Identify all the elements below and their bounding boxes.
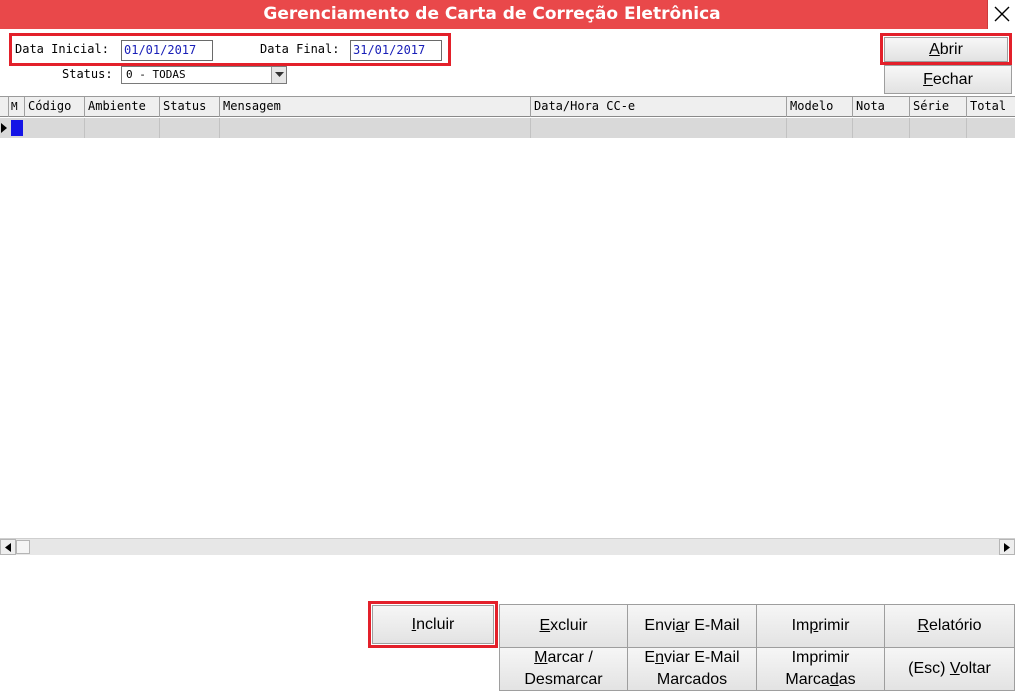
relatorio-label: Relatório — [917, 615, 981, 637]
enviar-email-post: r E-Mail — [684, 617, 740, 634]
col-header-ambiente[interactable]: Ambiente — [85, 97, 160, 117]
enviar-marcados-pre: E — [644, 649, 656, 666]
enviar-marcados-line2: Marcados — [656, 671, 728, 688]
enviar-marcados-post: viar E-Mail — [664, 649, 740, 666]
close-icon — [994, 6, 1010, 22]
row-indicator — [0, 118, 10, 138]
close-button[interactable] — [987, 0, 1015, 29]
marcar-desmarcar-button[interactable]: Marcar / Desmarcar — [499, 647, 628, 691]
marcar-line2: Desmarcar — [524, 671, 603, 688]
scroll-right-button[interactable] — [999, 539, 1015, 555]
voltar-pre: (Esc) — [908, 660, 950, 677]
col-header-modelo[interactable]: Modelo — [787, 97, 853, 117]
abrir-accel: A — [929, 41, 940, 58]
cell-status[interactable] — [160, 118, 220, 138]
relatorio-text: elatório — [929, 617, 982, 634]
imprimir-button[interactable]: Imprimir — [756, 604, 885, 648]
status-label: Status: — [62, 67, 113, 81]
cell-mensagem[interactable] — [220, 118, 531, 138]
header-indicator — [0, 97, 9, 117]
abrir-button[interactable]: Abrir — [884, 37, 1008, 62]
relatorio-accel: R — [917, 617, 930, 634]
excluir-button[interactable]: Excluir — [499, 604, 628, 648]
cell-nota[interactable] — [853, 118, 910, 138]
excluir-label: Excluir — [539, 615, 587, 637]
col-header-nota[interactable]: Nota — [853, 97, 910, 117]
fechar-button[interactable]: Fechar — [884, 65, 1012, 94]
dropdown-arrow[interactable] — [271, 67, 286, 83]
abrir-label: brir — [939, 41, 963, 58]
status-select[interactable]: 0 - TODAS — [121, 66, 287, 84]
fechar-accel: F — [923, 71, 933, 88]
enviar-email-marcados-button[interactable]: Enviar E-Mail Marcados — [627, 647, 757, 691]
mark-cell[interactable] — [11, 120, 23, 136]
imprimir-marcadas-button[interactable]: Imprimir Marcadas — [756, 647, 885, 691]
table-row[interactable] — [0, 118, 1015, 138]
imprimir-post: rimir — [818, 617, 850, 634]
enviar-marcados-line1: Enviar E-Mail — [644, 647, 739, 669]
col-header-codigo[interactable]: Código — [25, 97, 85, 117]
excluir-accel: E — [539, 617, 551, 634]
cell-codigo[interactable] — [25, 118, 85, 138]
cell-modelo[interactable] — [787, 118, 853, 138]
col-header-mensagem[interactable]: Mensagem — [220, 97, 531, 117]
cce-grid[interactable] — [0, 96, 1015, 557]
data-final-field[interactable]: 31/01/2017 — [350, 40, 442, 61]
status-value: 0 - TODAS — [126, 68, 186, 81]
incluir-text: ncluir — [416, 615, 455, 633]
data-final-label: Data Final: — [260, 42, 340, 56]
voltar-post: oltar — [959, 660, 991, 677]
enviar-email-label: Enviar E-Mail — [644, 615, 739, 637]
horizontal-scrollbar[interactable] — [0, 538, 1015, 555]
imprimir-marcadas-post: as — [838, 671, 856, 688]
enviar-marcados-accel: n — [655, 649, 664, 666]
grid-header: M Código Ambiente Status Mensagem Data/H… — [0, 97, 1015, 117]
incluir-button[interactable]: Incluir — [372, 605, 494, 644]
col-header-m[interactable]: M — [9, 97, 25, 117]
excluir-text: xcluir — [550, 617, 588, 634]
current-row-arrow-icon — [1, 123, 7, 133]
marcar-text: arcar / — [547, 649, 593, 666]
marcar-line1: Marcar / — [534, 647, 593, 669]
imprimir-pre: Im — [791, 617, 810, 634]
cell-ambiente[interactable] — [85, 118, 160, 138]
voltar-button[interactable]: (Esc) Voltar — [884, 647, 1015, 691]
cell-data-hora[interactable] — [531, 118, 787, 138]
imprimir-marcadas-accel: d — [829, 671, 839, 688]
imprimir-marcadas-line2: Marcadas — [785, 669, 855, 691]
col-header-data-hora[interactable]: Data/Hora CC-e — [531, 97, 787, 117]
enviar-email-button[interactable]: Enviar E-Mail — [627, 604, 757, 648]
chevron-down-icon — [275, 72, 284, 77]
arrow-left-icon — [5, 543, 11, 552]
relatorio-button[interactable]: Relatório — [884, 604, 1015, 648]
fechar-label: echar — [932, 71, 973, 88]
data-inicial-field[interactable]: 01/01/2017 — [121, 40, 213, 61]
imprimir-label: Imprimir — [792, 615, 850, 637]
data-inicial-label: Data Inicial: — [15, 42, 109, 56]
imprimir-accel: p — [809, 617, 819, 634]
incluir-label: Incluir — [412, 614, 455, 636]
voltar-label: (Esc) Voltar — [908, 658, 991, 680]
window-title: Gerenciamento de Carta de Correção Eletr… — [263, 4, 721, 24]
col-header-total[interactable]: Total — [967, 97, 1015, 117]
cell-total[interactable] — [967, 118, 1015, 138]
imprimir-marcadas-pre: Marca — [785, 671, 830, 688]
scroll-thumb[interactable] — [16, 540, 30, 554]
imprimir-marcadas-line1: Imprimir — [791, 649, 850, 666]
marcar-accel: M — [534, 649, 548, 666]
arrow-right-icon — [1004, 543, 1010, 552]
col-header-serie[interactable]: Série — [910, 97, 967, 117]
scroll-left-button[interactable] — [0, 539, 16, 555]
col-header-status[interactable]: Status — [160, 97, 220, 117]
enviar-email-pre: Envi — [644, 617, 676, 634]
voltar-accel: V — [949, 660, 960, 677]
cell-serie[interactable] — [910, 118, 967, 138]
